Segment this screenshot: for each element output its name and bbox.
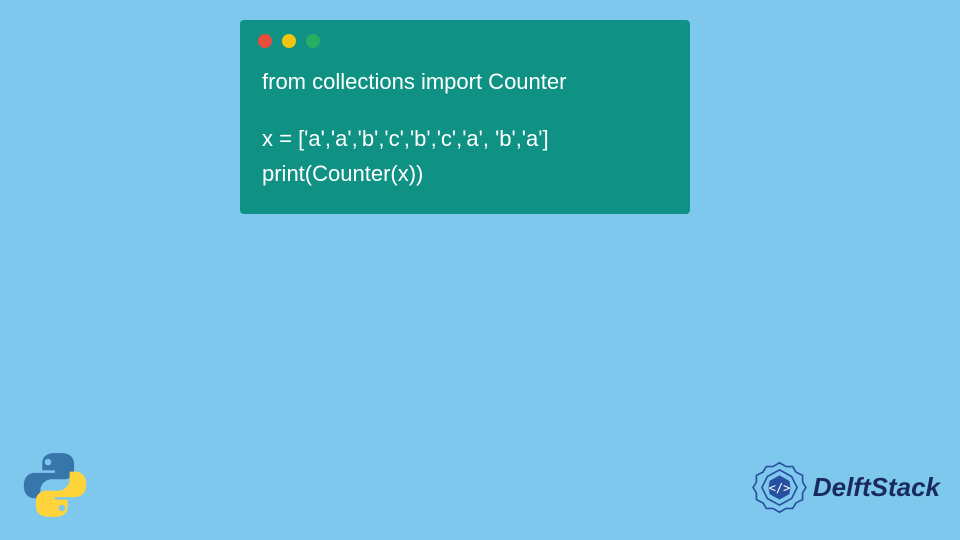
svg-text:</>: </> bbox=[768, 481, 790, 495]
delftstack-text: DelftStack bbox=[813, 472, 940, 503]
close-icon bbox=[258, 34, 272, 48]
code-content: from collections import Counter x = ['a'… bbox=[240, 56, 690, 214]
minimize-icon bbox=[282, 34, 296, 48]
python-logo-icon bbox=[20, 450, 90, 520]
window-controls bbox=[240, 20, 690, 56]
code-window: from collections import Counter x = ['a'… bbox=[240, 20, 690, 214]
code-line-1: from collections import Counter bbox=[262, 64, 668, 99]
code-line-3: print(Counter(x)) bbox=[262, 156, 668, 191]
code-line-2: x = ['a','a','b','c','b','c','a', 'b','a… bbox=[262, 121, 668, 156]
delftstack-logo-icon: </> bbox=[752, 460, 807, 515]
delftstack-brand: </> DelftStack bbox=[752, 460, 940, 515]
maximize-icon bbox=[306, 34, 320, 48]
blank-line bbox=[262, 99, 668, 121]
